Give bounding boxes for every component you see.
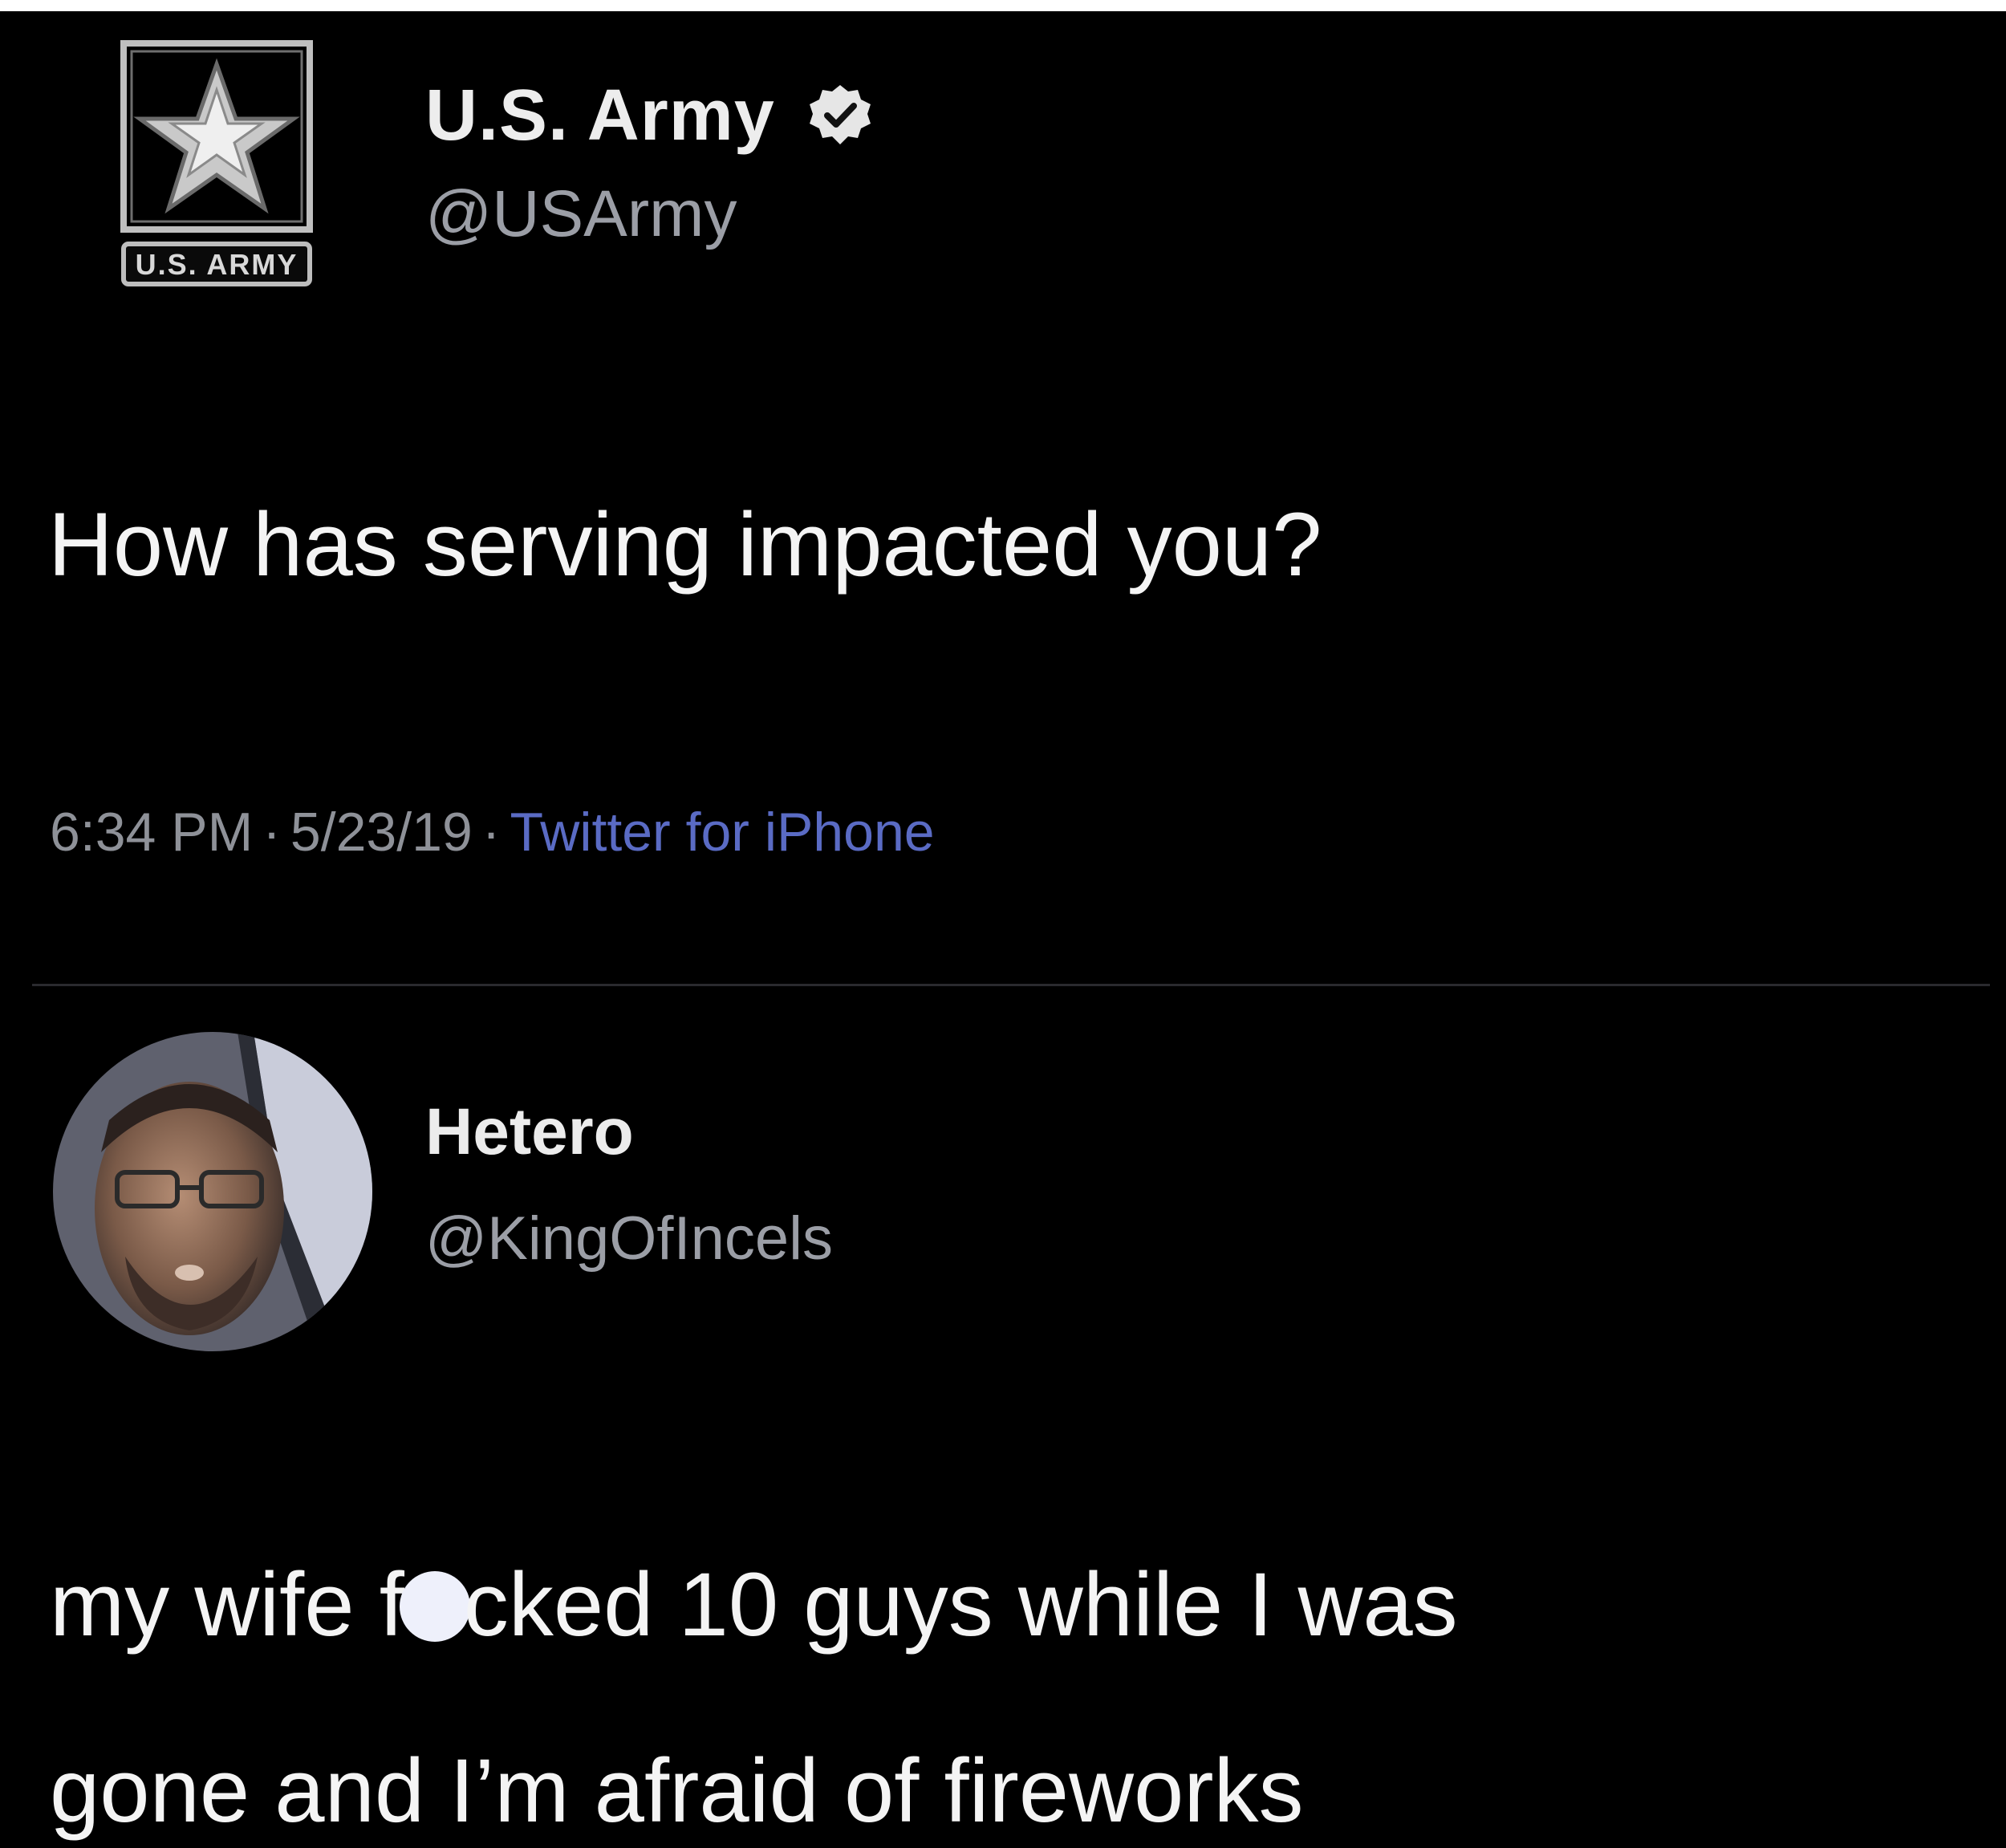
tweet-date: 5/23/19	[290, 802, 473, 863]
us-army-star-logo[interactable]: U.S. ARMY	[120, 40, 313, 305]
reply-text-line-1: my wife f cked 10 guys while I was	[50, 1512, 1458, 1698]
tweet-source-link[interactable]: Twitter for iPhone	[510, 802, 934, 863]
tweet-author[interactable]: U.S. Army @USArmy	[425, 71, 873, 252]
reply-text-fragment: cked 10 guys while I was	[463, 1554, 1458, 1655]
reply-author-name[interactable]: Hetero	[425, 1095, 833, 1170]
divider	[32, 984, 1990, 986]
verified-badge-icon	[809, 85, 871, 144]
reply-author-handle[interactable]: @KingOfIncels	[425, 1204, 833, 1273]
reply-text-fragment: my wife f	[50, 1554, 404, 1655]
tweet-time: 6:34 PM	[50, 802, 254, 863]
censor-dot	[399, 1571, 470, 1642]
author-handle[interactable]: @USArmy	[425, 177, 873, 252]
profile-photo	[53, 1032, 372, 1351]
meta-separator: ·	[262, 802, 281, 863]
tweet-text: How has serving impacted you?	[48, 494, 1322, 595]
author-name[interactable]: U.S. Army	[425, 75, 775, 157]
reply-author[interactable]: Hetero @KingOfIncels	[425, 1095, 833, 1273]
tweet-metadata: 6:34 PM · 5/23/19 · Twitter for iPhone	[50, 801, 935, 863]
tweet-header: U.S. ARMY U.S. Army @USArmy	[120, 40, 1244, 305]
svg-text:U.S. ARMY: U.S. ARMY	[136, 248, 298, 281]
tweet-screenshot: U.S. ARMY U.S. Army @USArmy How has serv…	[0, 11, 2006, 1848]
reply-avatar[interactable]	[53, 1032, 372, 1351]
reply-text-line-2: gone and I’m afraid of fireworks	[50, 1740, 1304, 1841]
meta-separator: ·	[481, 802, 501, 863]
reply-text: my wife f cked 10 guys while I was gone a…	[50, 1512, 1458, 1848]
